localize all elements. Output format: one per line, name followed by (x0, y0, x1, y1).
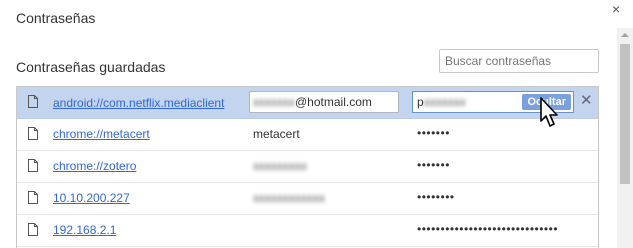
username-redacted: xxxxxxx (253, 95, 295, 109)
list-item[interactable]: chrome://metacert metacert ••••••• (17, 119, 598, 151)
document-icon (28, 95, 38, 108)
document-icon (28, 159, 38, 172)
scroll-thumb[interactable] (620, 44, 630, 184)
list-item[interactable]: chrome://zotero xxxxxxxxx ••••••• (17, 151, 598, 183)
username-visible: @hotmail.com (295, 95, 372, 109)
site-link[interactable]: 192.168.2.1 (53, 223, 116, 237)
list-item[interactable]: android://com.netflix.mediaclient xxxxxx… (17, 87, 598, 119)
password-mask: ••••••• (417, 126, 450, 140)
document-icon (28, 127, 38, 140)
scrollbar[interactable] (617, 28, 633, 248)
site-link[interactable]: chrome://zotero (53, 159, 136, 173)
section-title: Contraseñas guardadas (16, 59, 166, 75)
username-redacted: xxxxxxxxxxxx (253, 191, 325, 205)
mouse-pointer-icon (540, 97, 558, 127)
document-icon (28, 223, 38, 236)
site-link[interactable]: android://com.netflix.mediaclient (53, 96, 224, 110)
site-link[interactable]: 10.10.200.227 (53, 191, 130, 205)
password-redacted: xxxxxxx (423, 95, 466, 109)
scroll-up-icon[interactable] (617, 28, 633, 42)
password-mask: •••••••• (417, 190, 455, 204)
delete-icon[interactable]: ✕ (580, 93, 593, 109)
password-mask: ••••••• (417, 158, 450, 172)
password-mask: •••••••••••••••••••••••••••••• (417, 222, 559, 236)
password-list: android://com.netflix.mediaclient xxxxxx… (16, 86, 599, 248)
username-text: metacert (253, 127, 300, 141)
document-icon (28, 191, 38, 204)
username-redacted: xxxxxxxxx (253, 159, 307, 173)
site-link[interactable]: chrome://metacert (53, 127, 150, 141)
list-item[interactable]: 192.168.2.1 ••••••••••••••••••••••••••••… (17, 215, 598, 247)
search-input[interactable] (439, 49, 599, 73)
password-first-char: p (417, 95, 424, 109)
dialog-title: Contraseñas (16, 10, 96, 26)
close-icon[interactable]: × (612, 2, 620, 16)
list-item[interactable]: 10.10.200.227 xxxxxxxxxxxx •••••••• (17, 183, 598, 215)
username-field[interactable]: xxxxxxx@hotmail.com (249, 91, 399, 113)
